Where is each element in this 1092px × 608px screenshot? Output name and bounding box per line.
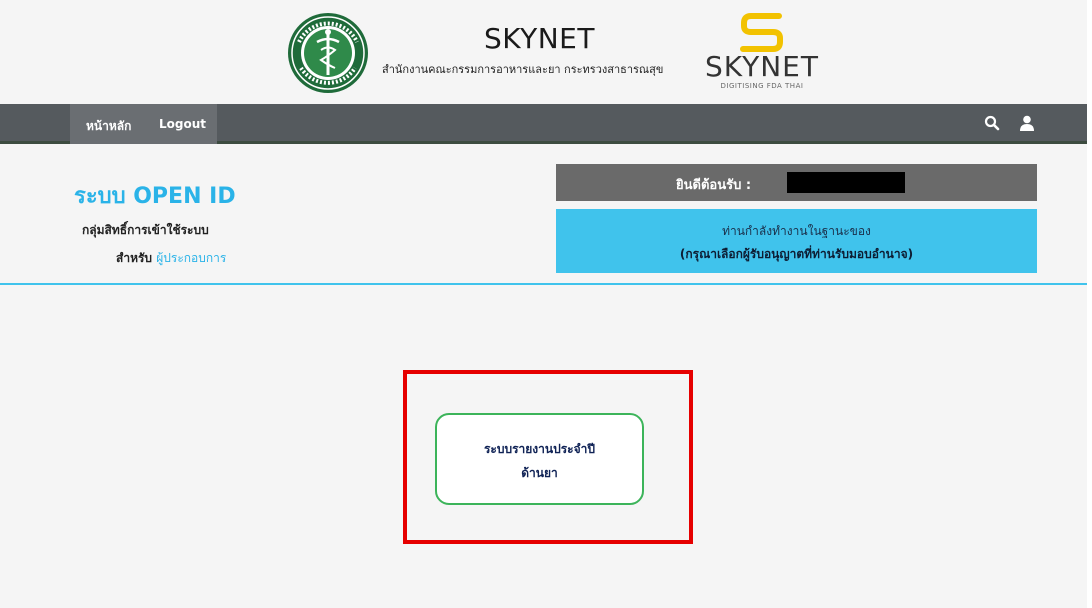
skynet-s-logo-icon <box>740 13 783 52</box>
user-icon[interactable] <box>1018 114 1036 132</box>
logo-tagline: DIGITISING FDA THAI <box>720 82 804 90</box>
welcome-bar: ยินดีต้อนรับ : <box>556 164 1037 201</box>
skynet-logo: SKYNET DIGITISING FDA THAI <box>697 10 827 92</box>
search-icon[interactable] <box>983 114 1001 132</box>
agency-subtitle: สำนักงานคณะกรรมการอาหารและยา กระทรวงสาธา… <box>382 63 664 76</box>
logo-wordmark: SKYNET <box>705 50 819 83</box>
menu-card-line2: ด้านยา <box>521 466 558 480</box>
role-instruction[interactable]: (กรุณาเลือกผู้รับอนุญาตที่ท่านรับมอบอำนา… <box>556 245 1037 264</box>
right-edge <box>1087 0 1092 608</box>
access-group-label: กลุ่มสิทธิ์การเข้าใช้ระบบ <box>82 223 209 237</box>
annual-drug-report-button[interactable]: ระบบรายงานประจำปี ด้านยา <box>435 413 644 505</box>
app-title: SKYNET <box>484 22 595 55</box>
for-prefix: สำหรับ <box>116 251 153 265</box>
page-background: SKYNET สำนักงานคณะกรรมการอาหารและยา กระท… <box>0 0 1087 608</box>
redacted-username <box>787 172 905 193</box>
nav-home-link[interactable]: หน้าหลัก <box>86 117 131 136</box>
menu-card-line1: ระบบรายงานประจำปี <box>483 442 596 456</box>
ministry-seal-icon <box>288 13 368 93</box>
header: SKYNET สำนักงานคณะกรรมการอาหารและยา กระท… <box>0 0 1087 104</box>
section-divider <box>0 283 1087 285</box>
nav-logout-link[interactable]: Logout <box>159 117 206 131</box>
access-group-for: สำหรับ ผู้ประกอบการ <box>116 249 226 268</box>
role-selector-box[interactable]: ท่านกำลังทำงานในฐานะของ (กรุณาเลือกผู้รั… <box>556 209 1037 273</box>
system-title: ระบบ OPEN ID <box>74 184 236 209</box>
top-navbar: หน้าหลัก Logout <box>0 104 1087 144</box>
welcome-label: ยินดีต้อนรับ : <box>676 178 752 193</box>
for-value: ผู้ประกอบการ <box>156 251 227 265</box>
role-caption: ท่านกำลังทำงานในฐานะของ <box>722 224 871 238</box>
